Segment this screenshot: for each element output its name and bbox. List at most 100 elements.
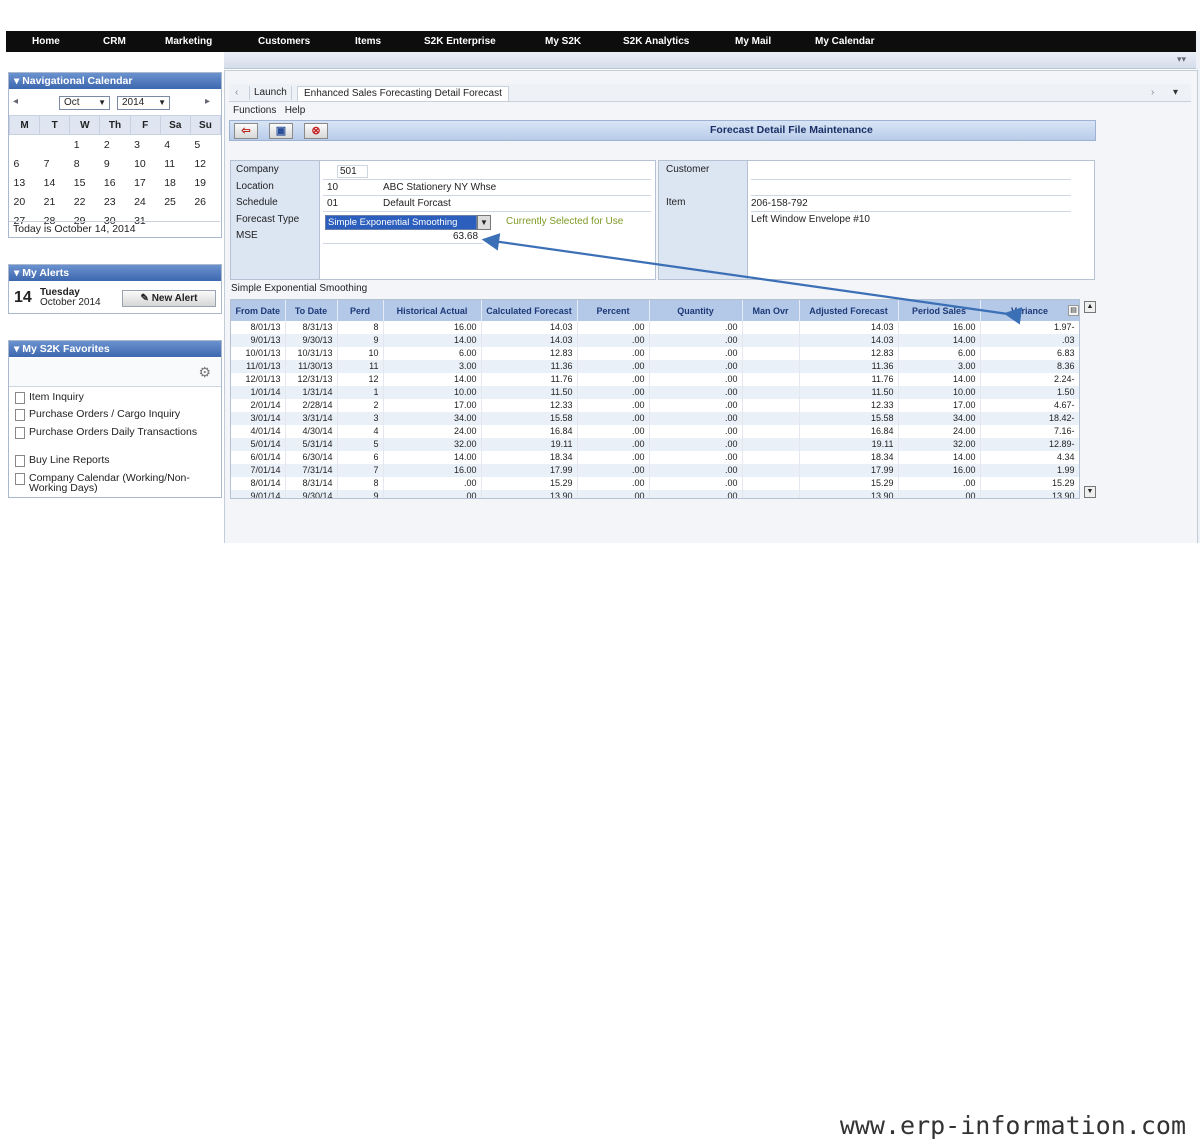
column-header[interactable]: Man Ovr	[742, 300, 800, 321]
calendar-day[interactable]: 24	[130, 192, 160, 211]
calendar-day[interactable]: 23	[100, 192, 130, 211]
top-navigation-bar: Home CRM Marketing Customers Items S2K E…	[6, 31, 1196, 52]
nav-marketing[interactable]: Marketing	[165, 31, 212, 52]
calendar-day[interactable]: 11	[160, 154, 190, 173]
calendar-day[interactable]: 19	[190, 173, 220, 192]
nav-s2k-analytics[interactable]: S2K Analytics	[623, 31, 689, 52]
nav-my-calendar[interactable]: My Calendar	[815, 31, 874, 52]
calendar-day[interactable]: 22	[70, 192, 100, 211]
nav-my-s2k[interactable]: My S2K	[545, 31, 581, 52]
table-row[interactable]: 9/01/13 9/30/13 9 14.00 14.03.00.00 14.03 14.0…	[231, 334, 1079, 347]
calendar-day[interactable]: 3	[130, 135, 160, 155]
tab-scroll-left-icon[interactable]: ‹	[235, 86, 238, 100]
calendar-day[interactable]: 17	[130, 173, 160, 192]
nav-customers[interactable]: Customers	[258, 31, 310, 52]
calendar-day[interactable]: 9	[100, 154, 130, 173]
nav-items[interactable]: Items	[355, 31, 381, 52]
calendar-day[interactable]: 15	[70, 173, 100, 192]
table-row[interactable]: 3/01/14 3/31/14 3 34.00 15.58.00.00 15.58 34.0…	[231, 412, 1079, 425]
table-row[interactable]: 8/01/13 8/31/13 8 16.00 14.03.00.00 14.03 16.0…	[231, 321, 1079, 334]
calendar-day[interactable]: 4	[160, 135, 190, 155]
calendar-day[interactable]: 6	[10, 154, 40, 173]
new-alert-icon: ✎	[140, 293, 152, 304]
company-field[interactable]: 501	[337, 165, 368, 178]
column-header[interactable]: To Date	[285, 300, 338, 321]
favorite-label: Item Inquiry	[29, 391, 84, 403]
column-header[interactable]: Calculated Forecast	[481, 300, 578, 321]
table-row[interactable]: 5/01/14 5/31/14 5 32.00 19.11.00.00 19.11 32.0…	[231, 438, 1079, 451]
favorite-item-inquiry[interactable]: Item Inquiry	[15, 391, 215, 404]
save-button[interactable]: ▣	[269, 123, 293, 139]
menu-help[interactable]: Help	[285, 105, 306, 116]
next-month-icon[interactable]: ▸	[205, 96, 210, 107]
table-row[interactable]: 8/01/14 8/31/14 8.00 15.29.00.00 15.29.00 15.…	[231, 477, 1079, 490]
column-header[interactable]: Perd	[337, 300, 384, 321]
form-toolbar: ⇦ ▣ ⊗ Forecast Detail File Maintenance	[229, 120, 1096, 141]
calendar-day[interactable]: 12	[190, 154, 220, 173]
prev-month-icon[interactable]: ◂	[13, 96, 18, 107]
calendar-day[interactable]: 1	[70, 135, 100, 155]
nav-s2k-enterprise[interactable]: S2K Enterprise	[424, 31, 496, 52]
forecast-type-select[interactable]: Simple Exponential Smoothing	[325, 215, 477, 230]
calendar-day[interactable]: 16	[100, 173, 130, 192]
year-select[interactable]: 2014 ▼	[117, 96, 170, 110]
favorite-purchase-orders-daily[interactable]: Purchase Orders Daily Transactions	[15, 427, 215, 439]
collapse-icon[interactable]: ▾▾	[1177, 54, 1186, 65]
tab-enhanced-sales-forecasting[interactable]: Enhanced Sales Forecasting Detail Foreca…	[297, 86, 509, 101]
calendar-day[interactable]: 20	[10, 192, 40, 211]
column-header[interactable]: Adjusted Forecast	[799, 300, 899, 321]
column-header[interactable]: Quantity	[649, 300, 743, 321]
calendar-day[interactable]: 13	[10, 173, 40, 192]
cancel-button[interactable]: ⊗	[304, 123, 328, 139]
scroll-down-icon[interactable]: ▼	[1084, 486, 1096, 498]
tab-scroll-right-icon[interactable]: ›	[1151, 86, 1154, 100]
calendar-day[interactable]: 25	[160, 192, 190, 211]
favorite-buy-line-reports[interactable]: Buy Line Reports	[15, 455, 215, 467]
column-header[interactable]: From Date	[231, 300, 286, 321]
nav-crm[interactable]: CRM	[103, 31, 126, 52]
scroll-up-icon[interactable]: ▲	[1084, 301, 1096, 313]
nav-home[interactable]: Home	[32, 31, 60, 52]
tab-menu-icon[interactable]: ▾	[1173, 86, 1178, 100]
table-row[interactable]: 9/01/14 9/30/14 9.00 13.90.00.00 13.90.00 13.…	[231, 490, 1079, 498]
favorite-purchase-orders-cargo[interactable]: Purchase Orders / Cargo Inquiry	[15, 409, 215, 421]
table-cell: 4	[337, 425, 384, 438]
new-alert-button[interactable]: ✎ New Alert	[122, 290, 216, 307]
table-row[interactable]: 4/01/14 4/30/14 4 24.00 16.84.00.00 16.84 24.0…	[231, 425, 1079, 438]
column-header[interactable]: Percent	[577, 300, 650, 321]
calendar-day[interactable]: 18	[160, 173, 190, 192]
calendar-day[interactable]: 14	[40, 173, 70, 192]
column-header[interactable]: Variance	[980, 300, 1079, 321]
month-select[interactable]: Oct ▼	[59, 96, 110, 110]
tab-launch[interactable]: Launch	[249, 86, 292, 100]
favorites-panel-header[interactable]: ▾ My S2K Favorites	[9, 341, 221, 357]
calendar-day[interactable]: 2	[100, 135, 130, 155]
calendar-panel-header[interactable]: ▾ Navigational Calendar	[9, 73, 221, 89]
calendar-day[interactable]: 5	[190, 135, 220, 155]
back-button[interactable]: ⇦	[234, 123, 258, 139]
table-row[interactable]: 2/01/14 2/28/14 2 17.00 12.33.00.00 12.33 17.0…	[231, 399, 1079, 412]
chevron-down-icon[interactable]: ▼	[477, 215, 491, 230]
table-cell: 34.00	[383, 412, 482, 425]
table-row[interactable]: 1/01/14 1/31/14 1 10.00 11.50.00.00 11.50 10.0…	[231, 386, 1079, 399]
calendar-day[interactable]: 7	[40, 154, 70, 173]
calendar-day[interactable]: 21	[40, 192, 70, 211]
gear-icon[interactable]: ⚙	[198, 364, 211, 381]
alerts-panel-header[interactable]: ▾ My Alerts	[9, 265, 221, 281]
table-row[interactable]: 12/01/13 12/31/13 12 14.00 11.76.00.00 11.76 1…	[231, 373, 1079, 386]
calendar-day[interactable]: 10	[130, 154, 160, 173]
table-cell: 16.00	[383, 321, 482, 334]
column-header[interactable]: Period Sales	[898, 300, 981, 321]
table-row[interactable]: 6/01/14 6/30/14 6 14.00 18.34.00.00 18.34 14.0…	[231, 451, 1079, 464]
column-header[interactable]: Historical Actual	[383, 300, 482, 321]
table-row[interactable]: 11/01/13 11/30/13 11 3.00 11.36.00.00 11.36 3.…	[231, 360, 1079, 373]
favorite-company-calendar[interactable]: Company Calendar (Working/Non-Working Da…	[15, 473, 215, 493]
menu-functions[interactable]: Functions	[233, 105, 276, 116]
today-label[interactable]: Today is October 14, 2014	[9, 221, 220, 237]
nav-my-mail[interactable]: My Mail	[735, 31, 771, 52]
column-options-icon[interactable]: ▤	[1068, 305, 1079, 316]
table-row[interactable]: 7/01/14 7/31/14 7 16.00 17.99.00.00 17.99 16.0…	[231, 464, 1079, 477]
table-row[interactable]: 10/01/13 10/31/13 10 6.00 12.83.00.00 12.83 6.…	[231, 347, 1079, 360]
calendar-day[interactable]: 8	[70, 154, 100, 173]
calendar-day[interactable]: 26	[190, 192, 220, 211]
